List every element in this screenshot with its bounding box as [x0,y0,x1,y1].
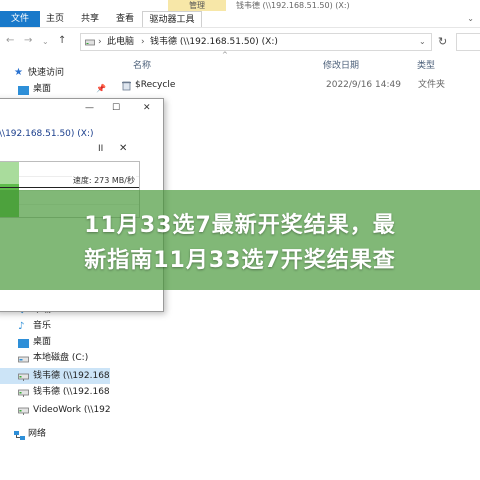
sidebar-item-label: 钱韦德 (\\192.168.5 [33,387,110,397]
transfer-speed: 速度: 273 MB/秒 [71,175,136,186]
address-input[interactable]: › 此电脑 › 钱韦德 (\\192.168.51.50) (X:) ⌄ [80,33,432,51]
manage-tab[interactable]: 管理 [168,0,226,11]
headline-banner: 11月33选7最新开奖结果，最 新指南11月33选7开奖结果查 [0,190,480,290]
banner-line-2: 新指南11月33选7开奖结果查 [84,248,396,273]
sidebar-item-videowork[interactable]: VideoWork (\\192.16 [0,402,110,418]
column-header-modified[interactable]: 修改日期 [323,58,359,71]
music-icon: ♪ [18,321,25,332]
address-separator: › [98,37,102,47]
banner-line-1: 11月33选7最新开奖结果，最 [84,213,396,238]
up-icon[interactable]: ↑ [58,35,66,46]
title-bar: 管理 钱韦德 (\\192.168.51.50) (X:) [0,0,480,11]
minimize-icon[interactable]: — [85,103,94,113]
network-icon [14,430,25,440]
speed-line [0,187,139,188]
tab-home[interactable]: 主页 [46,11,64,27]
address-dropdown-icon[interactable]: ⌄ [419,34,426,50]
file-modified: 2022/9/16 14:49 [326,80,401,90]
breadcrumb-drive[interactable]: 钱韦德 (\\192.168.51.50) (X:) [150,34,278,50]
search-input[interactable] [456,33,480,51]
sidebar-item-quick-access[interactable]: ★ 快速访问 [0,65,110,81]
breadcrumb-this-pc[interactable]: 此电脑 [107,34,134,50]
pin-icon[interactable]: 📌 [96,81,106,97]
sidebar-item-network-drive-selected[interactable]: 钱韦德 (\\192.168.5 [0,368,110,384]
pause-button[interactable]: II [98,144,103,154]
sidebar-item-network[interactable]: 网络 [0,426,110,442]
dialog-title: \\192.168.51.50) (X:) [0,129,94,139]
column-header-type[interactable]: 类型 [417,58,435,71]
sidebar-item-label: VideoWork (\\192.16 [33,405,110,415]
address-bar: ← → ⌄ ↑ › 此电脑 › 钱韦德 (\\192.168.51.50) (X… [0,30,480,54]
ribbon: 文件 主页 共享 查看 驱动器工具 ⌄ [0,11,480,28]
desktop-icon [18,85,29,95]
tab-drive-tools[interactable]: 驱动器工具 [142,11,202,27]
sidebar-item-desktop[interactable]: 桌面 [0,334,110,350]
ribbon-collapse-icon[interactable]: ⌄ [467,14,474,23]
window-title: 钱韦德 (\\192.168.51.50) (X:) [236,1,350,10]
sidebar-item-label: 快速访问 [28,68,65,78]
back-icon[interactable]: ← [6,35,14,46]
refresh-icon[interactable]: ↻ [438,35,447,48]
hard-drive-icon [18,354,29,363]
sort-indicator-icon: ^ [222,51,228,59]
sidebar-item-label: 网络 [28,429,47,439]
sidebar-item-music[interactable]: ♪ 音乐 [0,318,110,334]
progress-fill-highlight [0,162,20,184]
star-icon: ★ [14,67,23,78]
sidebar-item-label: 桌面 [33,337,52,347]
network-drive-icon [18,388,29,397]
sidebar-item-label: 钱韦德 (\\192.168.5 [33,371,110,381]
sidebar-item-network-drive[interactable]: 钱韦德 (\\192.168.5 [0,384,110,400]
sidebar-item-label: 音乐 [33,321,52,331]
column-header-name[interactable]: 名称 [133,58,151,71]
tab-share[interactable]: 共享 [81,11,99,27]
sidebar-item-local-disk[interactable]: 本地磁盘 (C:) [0,350,110,366]
recycle-folder-icon [121,80,132,98]
sidebar-item-desktop-pinned[interactable]: 桌面 📌 [0,81,110,97]
tab-view[interactable]: 查看 [116,11,134,27]
network-drive-icon [18,372,29,381]
close-icon[interactable]: ✕ [143,103,151,113]
maximize-icon[interactable]: ☐ [112,103,120,113]
desktop-icon [18,338,29,348]
tab-file[interactable]: 文件 [0,11,40,27]
file-type: 文件夹 [418,80,446,90]
cancel-copy-button[interactable]: ✕ [119,143,127,154]
table-row[interactable]: $Recycle 2022/9/16 14:49 文件夹 [118,76,478,94]
forward-icon[interactable]: → [24,35,32,46]
sidebar-item-label: 桌面 [33,84,52,94]
recent-dropdown-icon[interactable]: ⌄ [42,37,49,46]
network-drive-icon [18,406,29,415]
file-name: $Recycle [135,80,176,90]
sidebar-item-label: 本地磁盘 (C:) [33,353,89,363]
address-drive-icon [85,37,95,53]
address-separator: › [141,37,145,47]
